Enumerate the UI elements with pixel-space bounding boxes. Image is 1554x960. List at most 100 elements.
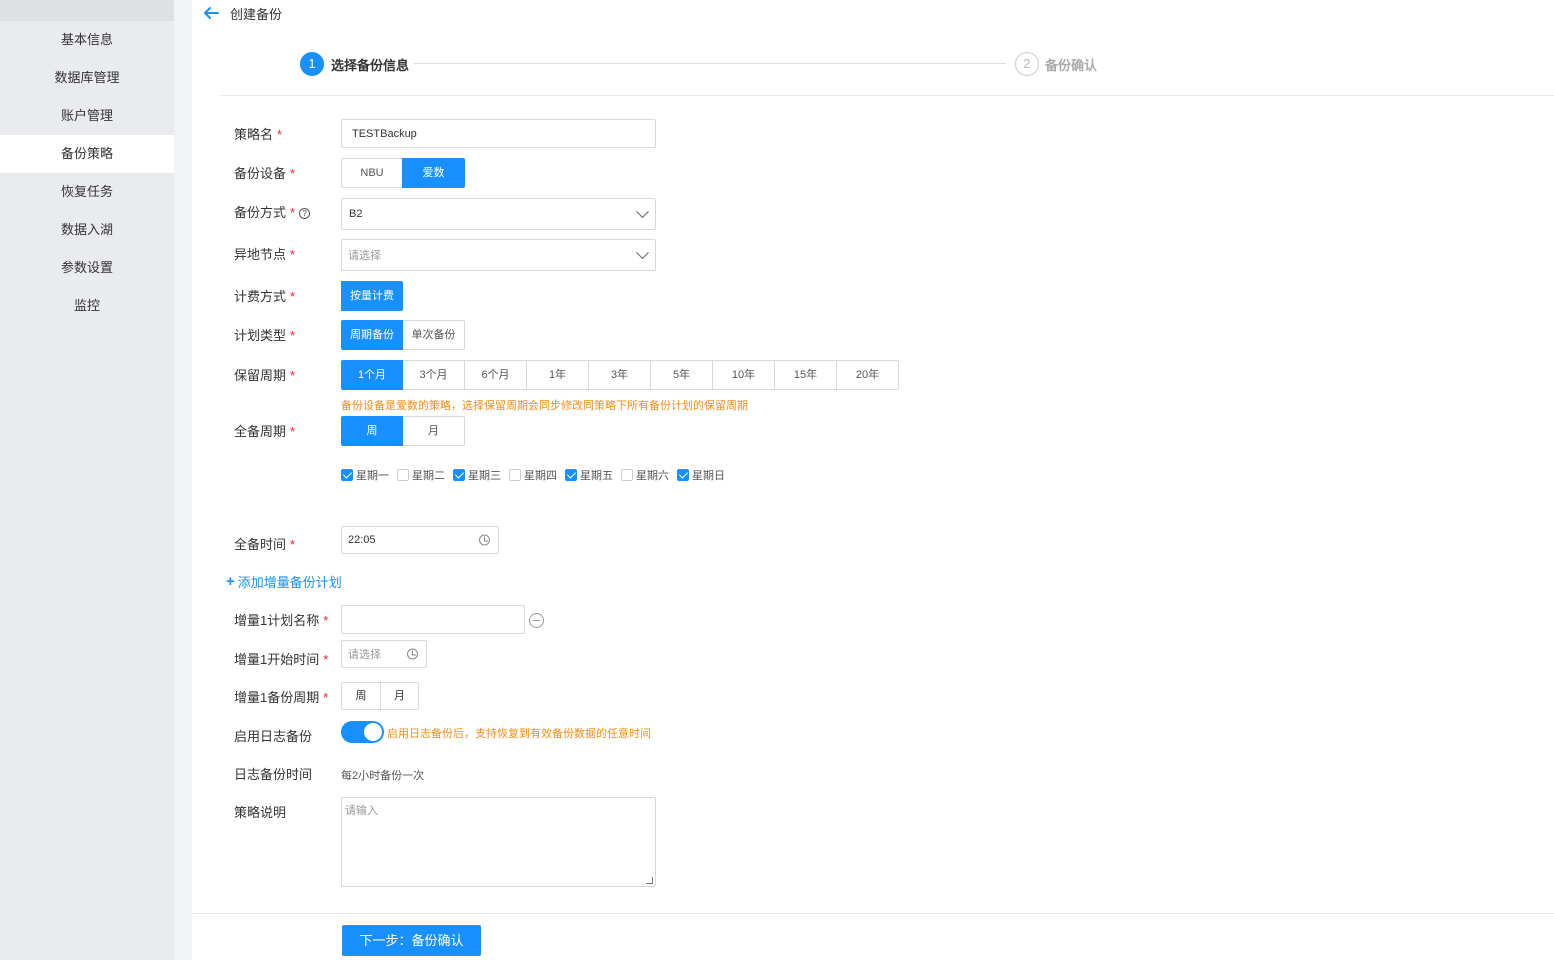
header-divider [220, 95, 1554, 96]
description-placeholder: 请输入 [345, 805, 378, 817]
checkbox-empty-icon [621, 469, 633, 481]
policy-name-input[interactable]: TESTBackup [341, 119, 656, 148]
sidebar-item-account-management[interactable]: 账户管理 [0, 97, 174, 135]
clock-icon [407, 648, 418, 660]
checkbox-friday[interactable]: 星期五 [565, 467, 613, 483]
question-icon[interactable]: ? [299, 208, 311, 219]
backup-method-value: B2 [349, 208, 363, 220]
content-gutter [174, 0, 192, 960]
retention-20-years[interactable]: 20年 [836, 360, 899, 390]
sidebar-item-parameter-settings[interactable]: 参数设置 [0, 249, 174, 287]
sidebar-item-backup-policy[interactable]: 备份策略 [0, 135, 174, 173]
description-textarea[interactable]: 请输入 [341, 797, 656, 887]
full-cycle-label: 全备周期 * [234, 424, 296, 439]
checkbox-saturday[interactable]: 星期六 [621, 467, 669, 483]
step-connector [414, 63, 1006, 64]
retention-5-years[interactable]: 5年 [650, 360, 713, 390]
switch-knob [364, 723, 382, 741]
retention-1-year[interactable]: 1年 [526, 360, 589, 390]
description-label: 策略说明 [234, 805, 287, 820]
retention-6-months[interactable]: 6个月 [464, 360, 527, 390]
plan-type-label: 计划类型 * [234, 328, 296, 343]
sidebar-item-monitoring[interactable]: 监控 [0, 287, 174, 325]
inc-cycle-toggle: 周 月 [341, 682, 419, 710]
billing-option-pay-as-you-go[interactable]: 按量计费 [341, 281, 403, 311]
backup-method-label: 备份方式 *? [234, 202, 311, 221]
retention-hint: 备份设备是爱数的策略，选择保留周期会同步修改同策略下所有备份计划的保留周期 [341, 400, 748, 412]
checkbox-sunday[interactable]: 星期日 [677, 467, 725, 483]
log-backup-label: 启用日志备份 [234, 729, 313, 744]
retention-3-months[interactable]: 3个月 [402, 360, 465, 390]
weekday-checkboxes: 星期一 星期二 星期三 星期四 星期五 星期六 星期日 [341, 467, 733, 483]
retention-1-month[interactable]: 1个月 [341, 360, 403, 390]
inc-cycle-month[interactable]: 月 [380, 682, 419, 710]
plan-type-toggle: 周期备份 单次备份 [341, 320, 465, 350]
clock-icon [479, 534, 490, 546]
sidebar-item-data-lake[interactable]: 数据入湖 [0, 211, 174, 249]
sidebar-item-database-management[interactable]: 数据库管理 [0, 59, 174, 97]
full-time-label: 全备时间 * [234, 537, 296, 552]
checkbox-tuesday[interactable]: 星期二 [397, 467, 445, 483]
main-content: 创建备份 1 选择备份信息 2 备份确认 策略名 * TESTBackup 备份设… [192, 0, 1554, 960]
steps-indicator: 1 选择备份信息 2 备份确认 [300, 52, 1100, 76]
backup-method-select[interactable]: B2 [341, 198, 656, 230]
inc-start-label: 增量1开始时间 * [234, 652, 329, 667]
retention-10-years[interactable]: 10年 [712, 360, 775, 390]
device-option-nbu[interactable]: NBU [341, 158, 403, 188]
retention-label: 保留周期 * [234, 368, 296, 383]
chevron-down-icon [636, 205, 649, 219]
plan-type-single[interactable]: 单次备份 [402, 320, 465, 350]
remote-node-label: 异地节点 * [234, 247, 296, 262]
chevron-down-icon [636, 246, 649, 260]
checkbox-thursday[interactable]: 星期四 [509, 467, 557, 483]
checkbox-empty-icon [509, 469, 521, 481]
sidebar-item-restore-tasks[interactable]: 恢复任务 [0, 173, 174, 211]
billing-toggle: 按量计费 [341, 281, 403, 311]
log-time-value: 每2小时备份一次 [341, 770, 425, 782]
backup-device-label: 备份设备 * [234, 166, 296, 181]
inc-cycle-label: 增量1备份周期 * [234, 690, 329, 705]
checkbox-checked-icon [453, 469, 465, 481]
remove-circle-icon[interactable] [529, 613, 544, 628]
device-option-aishu[interactable]: 爱数 [402, 158, 465, 188]
sidebar-item-basic-info[interactable]: 基本信息 [0, 21, 174, 59]
policy-name-label: 策略名 * [234, 127, 283, 142]
inc-start-picker[interactable]: 请选择 [341, 640, 427, 668]
full-cycle-week[interactable]: 周 [341, 416, 403, 446]
step-2-label: 备份确认 [1045, 58, 1098, 73]
full-cycle-month[interactable]: 月 [402, 416, 465, 446]
next-step-button[interactable]: 下一步：备份确认 [342, 925, 481, 956]
backup-device-toggle: NBU 爱数 [341, 158, 465, 188]
inc-cycle-week[interactable]: 周 [341, 682, 381, 710]
step-1-label: 选择备份信息 [331, 58, 410, 73]
log-backup-hint: 启用日志备份后，支持恢复到有效备份数据的任意时间 [387, 728, 651, 740]
sidebar-top-strip [0, 0, 174, 21]
full-time-picker[interactable]: 22:05 [341, 526, 499, 554]
full-time-value: 22:05 [348, 534, 376, 546]
checkbox-empty-icon [397, 469, 409, 481]
inc-name-input[interactable] [341, 605, 525, 634]
log-time-label: 日志备份时间 [234, 767, 313, 782]
plan-type-periodic[interactable]: 周期备份 [341, 320, 403, 350]
checkbox-checked-icon [565, 469, 577, 481]
footer-divider [192, 913, 1554, 914]
remote-node-placeholder: 请选择 [348, 250, 381, 262]
page-title: 创建备份 [230, 6, 283, 22]
log-backup-switch[interactable] [341, 721, 384, 743]
billing-label: 计费方式 * [234, 289, 296, 304]
resize-grip-icon[interactable] [646, 877, 653, 884]
checkbox-monday[interactable]: 星期一 [341, 467, 389, 483]
page-header: 创建备份 [202, 2, 282, 24]
arrow-left-icon[interactable] [202, 4, 220, 22]
remote-node-select[interactable]: 请选择 [341, 239, 656, 271]
retention-15-years[interactable]: 15年 [774, 360, 837, 390]
inc-name-label: 增量1计划名称 * [234, 613, 329, 628]
retention-toggle: 1个月 3个月 6个月 1年 3年 5年 10年 15年 20年 [341, 360, 899, 390]
checkbox-checked-icon [677, 469, 689, 481]
plus-icon: + [226, 573, 235, 590]
step-2-number: 2 [1015, 52, 1039, 76]
inc-start-placeholder: 请选择 [348, 649, 381, 661]
checkbox-wednesday[interactable]: 星期三 [453, 467, 501, 483]
retention-3-years[interactable]: 3年 [588, 360, 651, 390]
add-incremental-plan-link[interactable]: + 添加增量备份计划 [226, 572, 342, 591]
